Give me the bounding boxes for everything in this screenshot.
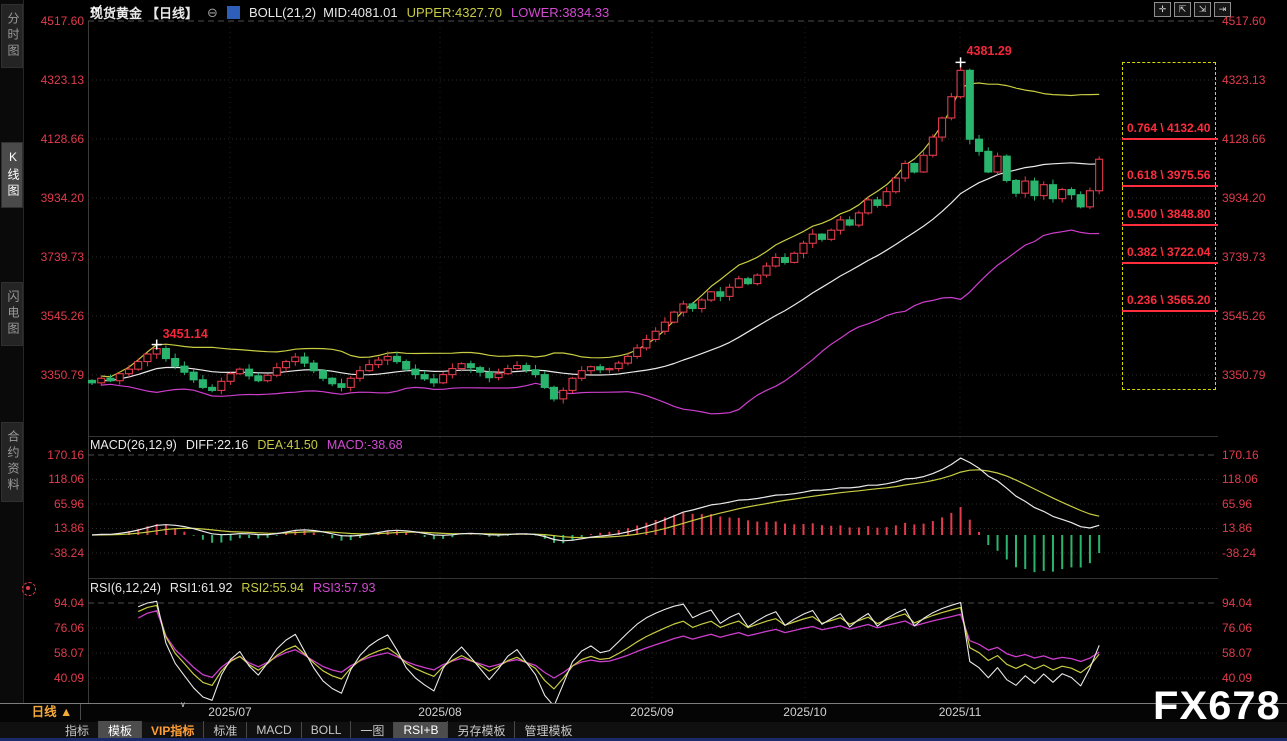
watermark-logo: FX678 (1153, 684, 1281, 729)
fib-level-line[interactable] (1122, 138, 1218, 140)
chart-app-window: 分时图 K线图 闪电图 合约资料 现货黄金 【日线】 ⊖ BOLL(21,2) … (0, 0, 1287, 741)
axis-scale-right-icon[interactable]: ⇲ (1194, 2, 1211, 17)
drawing-point-icon[interactable] (22, 582, 36, 596)
y-axis-label: 65.96 (24, 497, 84, 511)
fib-level-label: 0.764 \ 4132.40 (1127, 121, 1210, 135)
x-axis-month-label: 2025/08 (418, 705, 461, 719)
toolbar-tab-另存模板[interactable]: 另存模板 (447, 721, 514, 740)
y-axis-label: 3739.73 (1222, 250, 1282, 264)
x-axis-month-label: 2025/11 (939, 705, 982, 719)
boll-mid-value: MID:4081.01 (323, 5, 397, 20)
price-annotation: 3451.14 (163, 327, 208, 341)
toolbar-tab-一图[interactable]: 一图 (350, 721, 393, 740)
y-axis-label: 4323.13 (24, 73, 84, 87)
x-axis-month-label: 2025/10 (783, 705, 826, 719)
boll-lower-value: LOWER:3834.33 (511, 5, 609, 20)
y-axis-label: 4128.66 (24, 132, 84, 146)
crosshair-icon[interactable]: ✛ (1154, 2, 1171, 17)
sidebar-item-contract-info[interactable]: 合约资料 (1, 422, 23, 502)
macd-macd-value: MACD:-38.68 (327, 438, 403, 452)
y-axis-label: 58.07 (24, 646, 84, 660)
x-axis-month-label: 2025/07 (208, 705, 251, 719)
period-selector[interactable]: 日线 ▲ (24, 704, 81, 720)
fib-level-label: 0.500 \ 3848.80 (1127, 207, 1210, 221)
toolbar-tab-模板[interactable]: 模板 (98, 721, 141, 740)
sidebar-item-lightning-chart[interactable]: 闪电图 (1, 282, 23, 346)
macd-header: MACD(26,12,9) DIFF:22.16 DEA:41.50 MACD:… (90, 438, 403, 452)
rsi-header: RSI(6,12,24) RSI1:61.92 RSI2:55.94 RSI3:… (90, 581, 376, 595)
y-axis-label: 94.04 (1222, 596, 1282, 610)
y-axis-label: 3350.79 (1222, 368, 1282, 382)
fib-level-line[interactable] (1122, 310, 1218, 312)
y-axis-label: 4517.60 (24, 14, 84, 28)
fib-level-label: 0.236 \ 3565.20 (1127, 293, 1210, 307)
y-axis-label: 3545.26 (1222, 309, 1282, 323)
macd-diff-value: DIFF:22.16 (186, 438, 249, 452)
price-annotation: 4381.29 (967, 44, 1012, 58)
y-axis-label: 4323.13 (1222, 73, 1282, 87)
y-axis-label: 118.06 (1222, 472, 1282, 486)
axis-scale-left-icon[interactable]: ⇱ (1174, 2, 1191, 17)
toolbar-tab-MACD[interactable]: MACD (246, 722, 300, 738)
rsi1-value: RSI1:61.92 (170, 581, 233, 595)
fibonacci-retracement-box[interactable] (1122, 62, 1216, 390)
rsi3-value: RSI3:57.93 (313, 581, 376, 595)
y-axis-label: 170.16 (1222, 448, 1282, 462)
y-axis-label: 13.86 (1222, 521, 1282, 535)
x-axis-month-label: 2025/09 (630, 705, 673, 719)
boll-indicator-icon[interactable] (227, 6, 240, 19)
toolbar-tab-BOLL[interactable]: BOLL (301, 722, 351, 738)
y-axis-label: 58.07 (1222, 646, 1282, 660)
y-axis-label: 4517.60 (1222, 14, 1282, 28)
period-tag: 【日线】 (146, 3, 198, 22)
toolbar-tab-标准[interactable]: 标准 (203, 721, 246, 740)
main-chart-header: 现货黄金 【日线】 ⊖ BOLL(21,2) MID:4081.01 UPPER… (90, 3, 609, 22)
y-axis-label: -38.24 (24, 546, 84, 560)
y-axis-label: 170.16 (24, 448, 84, 462)
y-axis-label: 3934.20 (24, 191, 84, 205)
rsi2-value: RSI2:55.94 (241, 581, 304, 595)
left-sidebar: 分时图 K线图 闪电图 合约资料 (0, 0, 24, 741)
y-axis-label: 4128.66 (1222, 132, 1282, 146)
y-axis-label: 3545.26 (24, 309, 84, 323)
y-axis-label: 94.04 (24, 596, 84, 610)
y-axis-label: 118.06 (24, 472, 84, 486)
y-axis-label: -38.24 (1222, 546, 1282, 560)
y-axis-label: 76.06 (24, 621, 84, 635)
sidebar-item-time-chart[interactable]: 分时图 (1, 4, 23, 68)
y-axis-label: 65.96 (1222, 497, 1282, 511)
y-axis-label: 76.06 (1222, 621, 1282, 635)
sidebar-item-kline-chart[interactable]: K线图 (1, 142, 23, 208)
y-axis-label: 40.09 (24, 671, 84, 685)
panel-collapse-chevron[interactable]: ∨ (180, 700, 186, 709)
fib-level-line[interactable] (1122, 262, 1218, 264)
y-axis-label: 3934.20 (1222, 191, 1282, 205)
rsi-params-label: RSI(6,12,24) (90, 581, 161, 595)
fib-level-line[interactable] (1122, 185, 1218, 187)
fib-level-label: 0.382 \ 3722.04 (1127, 245, 1210, 259)
y-axis-label: 3739.73 (24, 250, 84, 264)
fib-level-line[interactable] (1122, 224, 1218, 226)
toolbar-tab-VIP指标[interactable]: VIP指标 (141, 721, 203, 740)
macd-params-label: MACD(26,12,9) (90, 438, 177, 452)
toolbar-tab-指标[interactable]: 指标 (56, 721, 98, 740)
y-axis-label: 3350.79 (24, 368, 84, 382)
chart-tool-buttons: ✛⇱⇲⇥ (1154, 2, 1231, 17)
collapse-panel-icon[interactable]: ⊖ (207, 5, 218, 21)
fib-level-label: 0.618 \ 3975.56 (1127, 168, 1210, 182)
toolbar-tab-RSI+B[interactable]: RSI+B (393, 722, 447, 738)
y-axis-label: 13.86 (24, 521, 84, 535)
y-axis-label: 40.09 (1222, 671, 1282, 685)
boll-params-label: BOLL(21,2) (249, 5, 316, 20)
chart-canvas[interactable] (0, 0, 1287, 741)
toolbar-tab-管理模板[interactable]: 管理模板 (514, 721, 581, 740)
macd-dea-value: DEA:41.50 (257, 438, 317, 452)
template-toolbar: 指标模板VIP指标标准MACDBOLL一图RSI+B另存模板管理模板 (0, 722, 1287, 738)
boll-upper-value: UPPER:4327.70 (407, 5, 502, 20)
